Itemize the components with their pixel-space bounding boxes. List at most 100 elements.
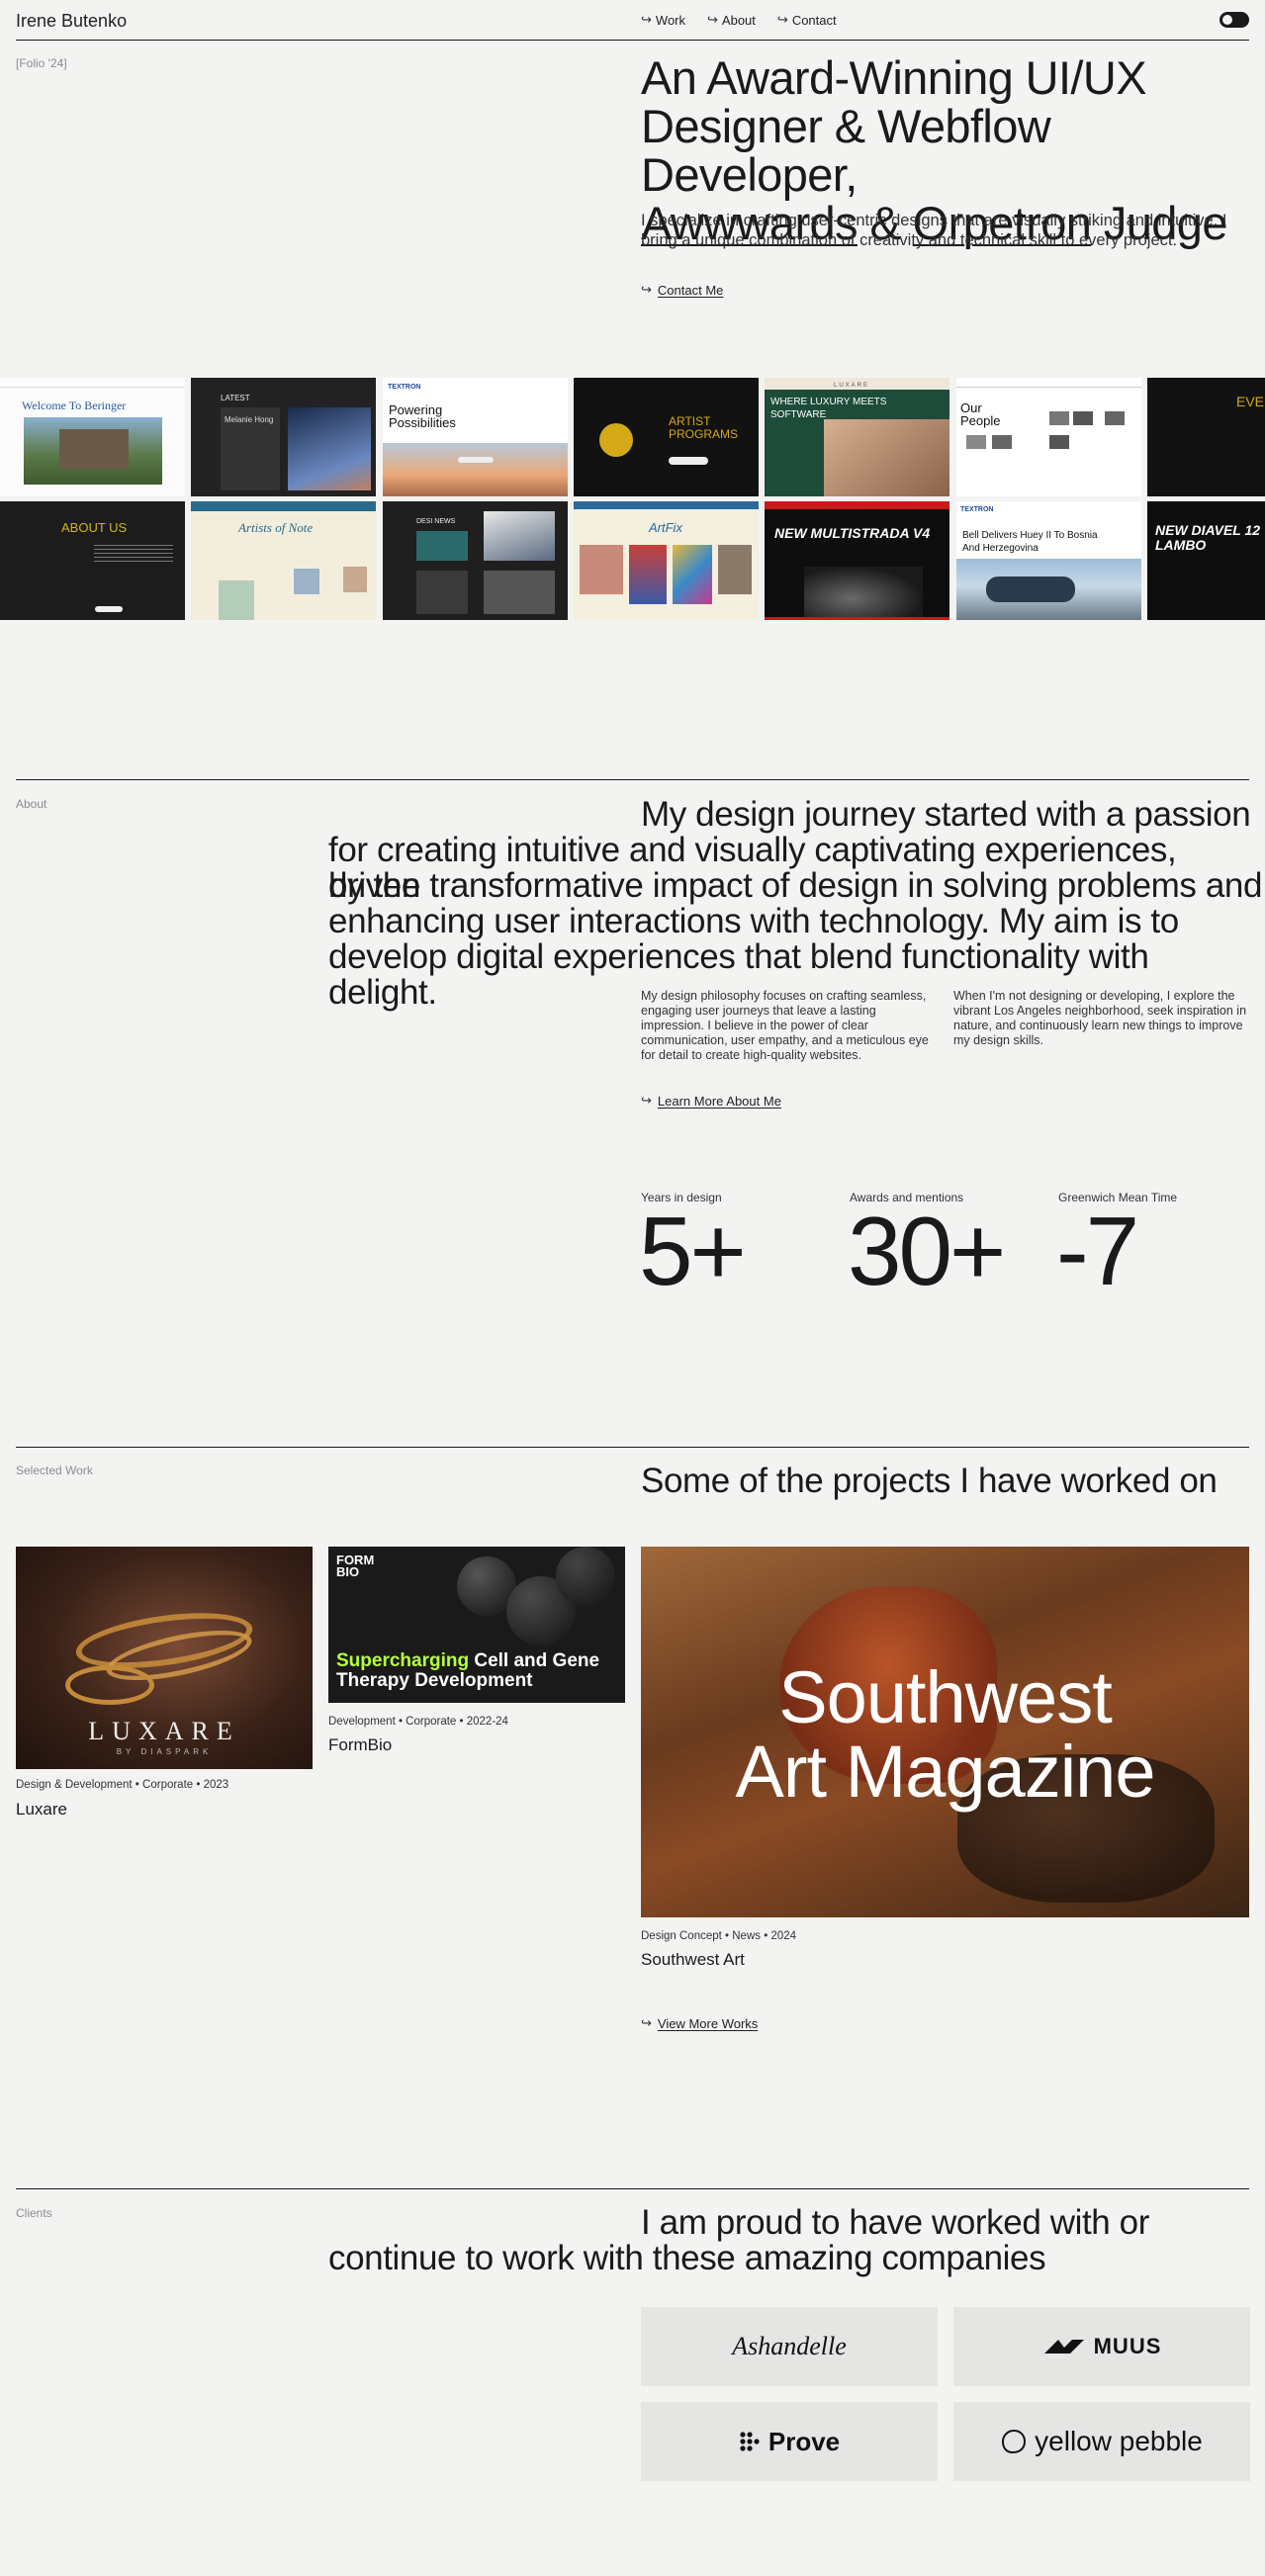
thumb-textron[interactable]: TEXTRON Powering Possibilities <box>383 378 568 496</box>
thumb-diavel[interactable]: NEW DIAVEL 12 LAMBO <box>1147 501 1265 620</box>
nav-link-work-label: Work <box>655 12 686 28</box>
thumbnail-row-2: ABOUT US Artists of Note DESI NEWS ArtFi… <box>0 501 1265 620</box>
thumb-bell-logo: TEXTRON <box>960 506 994 513</box>
nav-link-work[interactable]: ↪ Work <box>641 12 685 28</box>
return-arrow-icon: ↪ <box>641 1093 652 1108</box>
client-ashandelle: Ashandelle <box>641 2307 938 2386</box>
return-arrow-icon: ↪ <box>641 12 652 27</box>
southwest-art-card-image[interactable]: Southwest Art Magazine <box>641 1547 1249 1917</box>
contact-me-label: Contact Me <box>657 282 724 298</box>
thumb-desi-title: DESI NEWS <box>416 518 456 525</box>
nav-link-about[interactable]: ↪ About <box>707 12 756 28</box>
clients-line-2: continue to work with these amazing comp… <box>328 2239 1046 2277</box>
southwest-title[interactable]: Southwest Art <box>641 1950 745 1970</box>
about-line-1: My design journey started with a passion <box>641 795 1251 834</box>
formbio-card-image[interactable]: FORM BIO Supercharging Cell and Gene The… <box>328 1547 625 1703</box>
thumb-latest[interactable]: LATEST Melanie Hong <box>191 378 376 496</box>
thumb-luxare[interactable]: LUXARE WHERE LUXURY MEETS SOFTWARE <box>765 378 949 496</box>
thumb-multistrada-title: NEW MULTISTRADA V4 <box>774 525 931 541</box>
about-paragraph-2: When I'm not designing or developing, I … <box>953 989 1247 1047</box>
thumb-luxare-logo: LUXARE <box>834 383 870 389</box>
luxare-logo: LUXARE <box>88 1717 240 1745</box>
thumb-artist-title: ARTIST PROGRAMS <box>669 414 739 441</box>
client-muus: MUUS <box>953 2307 1250 2386</box>
formbio-headline-highlight: Supercharging <box>336 1650 470 1671</box>
hero-subtitle: I specialize in crafting user-centric de… <box>641 212 1227 249</box>
nav-link-contact[interactable]: ↪ Contact <box>777 12 837 28</box>
southwest-line-2: Art Magazine <box>735 1731 1156 1813</box>
thumb-about-us[interactable]: ABOUT US <box>0 501 185 620</box>
work-section-label: Selected Work <box>16 1464 93 1477</box>
thumb-diavel-title: NEW DIAVEL 12 LAMBO <box>1155 522 1261 553</box>
stat-gmt-value: -7 <box>1056 1197 1139 1305</box>
southwest-meta: Design Concept • News • 2024 <box>641 1930 796 1942</box>
nav-link-about-label: About <box>721 12 756 28</box>
luxare-meta: Design & Development • Corporate • 2023 <box>16 1779 229 1791</box>
luxare-logo-sub: BY DIASPARK <box>116 1747 213 1756</box>
learn-more-link[interactable]: ↪ Learn More About Me <box>641 1093 781 1109</box>
thumb-beringer-title: Welcome To Beringer <box>22 399 127 412</box>
formbio-meta: Development • Corporate • 2022-24 <box>328 1716 508 1728</box>
formbio-logo: FORM BIO <box>336 1553 375 1579</box>
work-heading: Some of the projects I have worked on <box>641 1462 1218 1500</box>
hero-title-line2: Designer & Webflow Developer, <box>641 100 1051 201</box>
view-more-works-link[interactable]: ↪ View More Works <box>641 2015 758 2031</box>
ashandelle-logo: Ashandelle <box>732 2332 847 2360</box>
thumb-multistrada[interactable]: NEW MULTISTRADA V4 <box>765 501 949 620</box>
luxare-title[interactable]: Luxare <box>16 1800 67 1820</box>
toggle-knob <box>1222 15 1232 25</box>
prove-logo: Prove <box>768 2426 841 2456</box>
thumb-artists-of-note[interactable]: Artists of Note <box>191 501 376 620</box>
thumb-about-title: ABOUT US <box>61 520 128 535</box>
hero-title-line1: An Award-Winning UI/UX <box>641 51 1147 104</box>
return-arrow-icon: ↪ <box>641 2015 652 2030</box>
thumb-our-people[interactable]: Our People <box>956 378 1141 496</box>
southwest-line-1: Southwest <box>778 1656 1113 1738</box>
contact-me-link[interactable]: ↪ Contact Me <box>641 282 723 298</box>
about-divider <box>16 779 1249 780</box>
return-arrow-icon: ↪ <box>776 12 788 27</box>
prove-dots-icon <box>740 2432 760 2451</box>
thumb-artist-programs[interactable]: ARTIST PROGRAMS <box>574 378 759 496</box>
thumb-textron-title: Powering Possibilities <box>389 402 456 430</box>
about-paragraph-1: My design philosophy focuses on crafting… <box>641 989 929 1062</box>
clients-divider <box>16 2188 1249 2189</box>
thumb-artfix[interactable]: ArtFix <box>574 501 759 620</box>
thumb-events[interactable]: EVEN <box>1147 378 1265 496</box>
about-line-4: enhancing user interactions with technol… <box>328 902 1179 940</box>
theme-toggle[interactable] <box>1220 12 1249 28</box>
top-navigation: Irene Butenko ↪ Work ↪ About ↪ Contact <box>16 0 1249 41</box>
learn-more-label: Learn More About Me <box>657 1093 781 1109</box>
thumb-latest-sub: Melanie Hong <box>225 415 274 424</box>
clients-line-1: I am proud to have worked with or <box>641 2203 1150 2242</box>
thumb-people-title: Our People <box>960 400 1001 428</box>
thumb-bell-title: Bell Delivers Huey II To Bosnia And Herz… <box>962 530 1098 554</box>
thumb-textron-logo: TEXTRON <box>388 384 421 391</box>
muus-logo: MUUS <box>1093 2334 1162 2358</box>
muus-icon <box>1043 2340 1084 2354</box>
nav-links: ↪ Work ↪ About ↪ Contact <box>641 12 837 28</box>
client-prove: Prove <box>641 2402 938 2481</box>
thumb-artfix-title: ArtFix <box>649 520 682 535</box>
luxare-card-image[interactable]: LUXARE BY DIASPARK <box>16 1547 313 1769</box>
thumb-events-title: EVEN <box>1236 394 1265 409</box>
formbio-headline: Supercharging Cell and Gene Therapy Deve… <box>336 1651 623 1691</box>
folio-label: [Folio '24] <box>16 56 67 70</box>
thumb-beringer[interactable]: Welcome To Beringer <box>0 378 185 496</box>
return-arrow-icon: ↪ <box>641 282 652 297</box>
stat-awards-value: 30+ <box>848 1197 1006 1305</box>
yellow-pebble-logo: yellow pebble <box>1035 2426 1203 2456</box>
work-divider <box>16 1447 1249 1448</box>
formbio-title[interactable]: FormBio <box>328 1735 392 1755</box>
view-more-works-label: View More Works <box>657 2015 759 2031</box>
pebble-icon <box>1002 2429 1027 2454</box>
thumb-bell-huey[interactable]: TEXTRON Bell Delivers Huey II To Bosnia … <box>956 501 1141 620</box>
clients-section-label: Clients <box>16 2206 52 2220</box>
site-brand[interactable]: Irene Butenko <box>16 11 127 32</box>
thumb-desi-news[interactable]: DESI NEWS <box>383 501 568 620</box>
stat-years-value: 5+ <box>639 1197 747 1305</box>
return-arrow-icon: ↪ <box>707 12 718 27</box>
about-section-label: About <box>16 797 47 811</box>
thumbnail-row-1: Welcome To Beringer LATEST Melanie Hong … <box>0 378 1265 496</box>
nav-link-contact-label: Contact <box>791 12 837 28</box>
